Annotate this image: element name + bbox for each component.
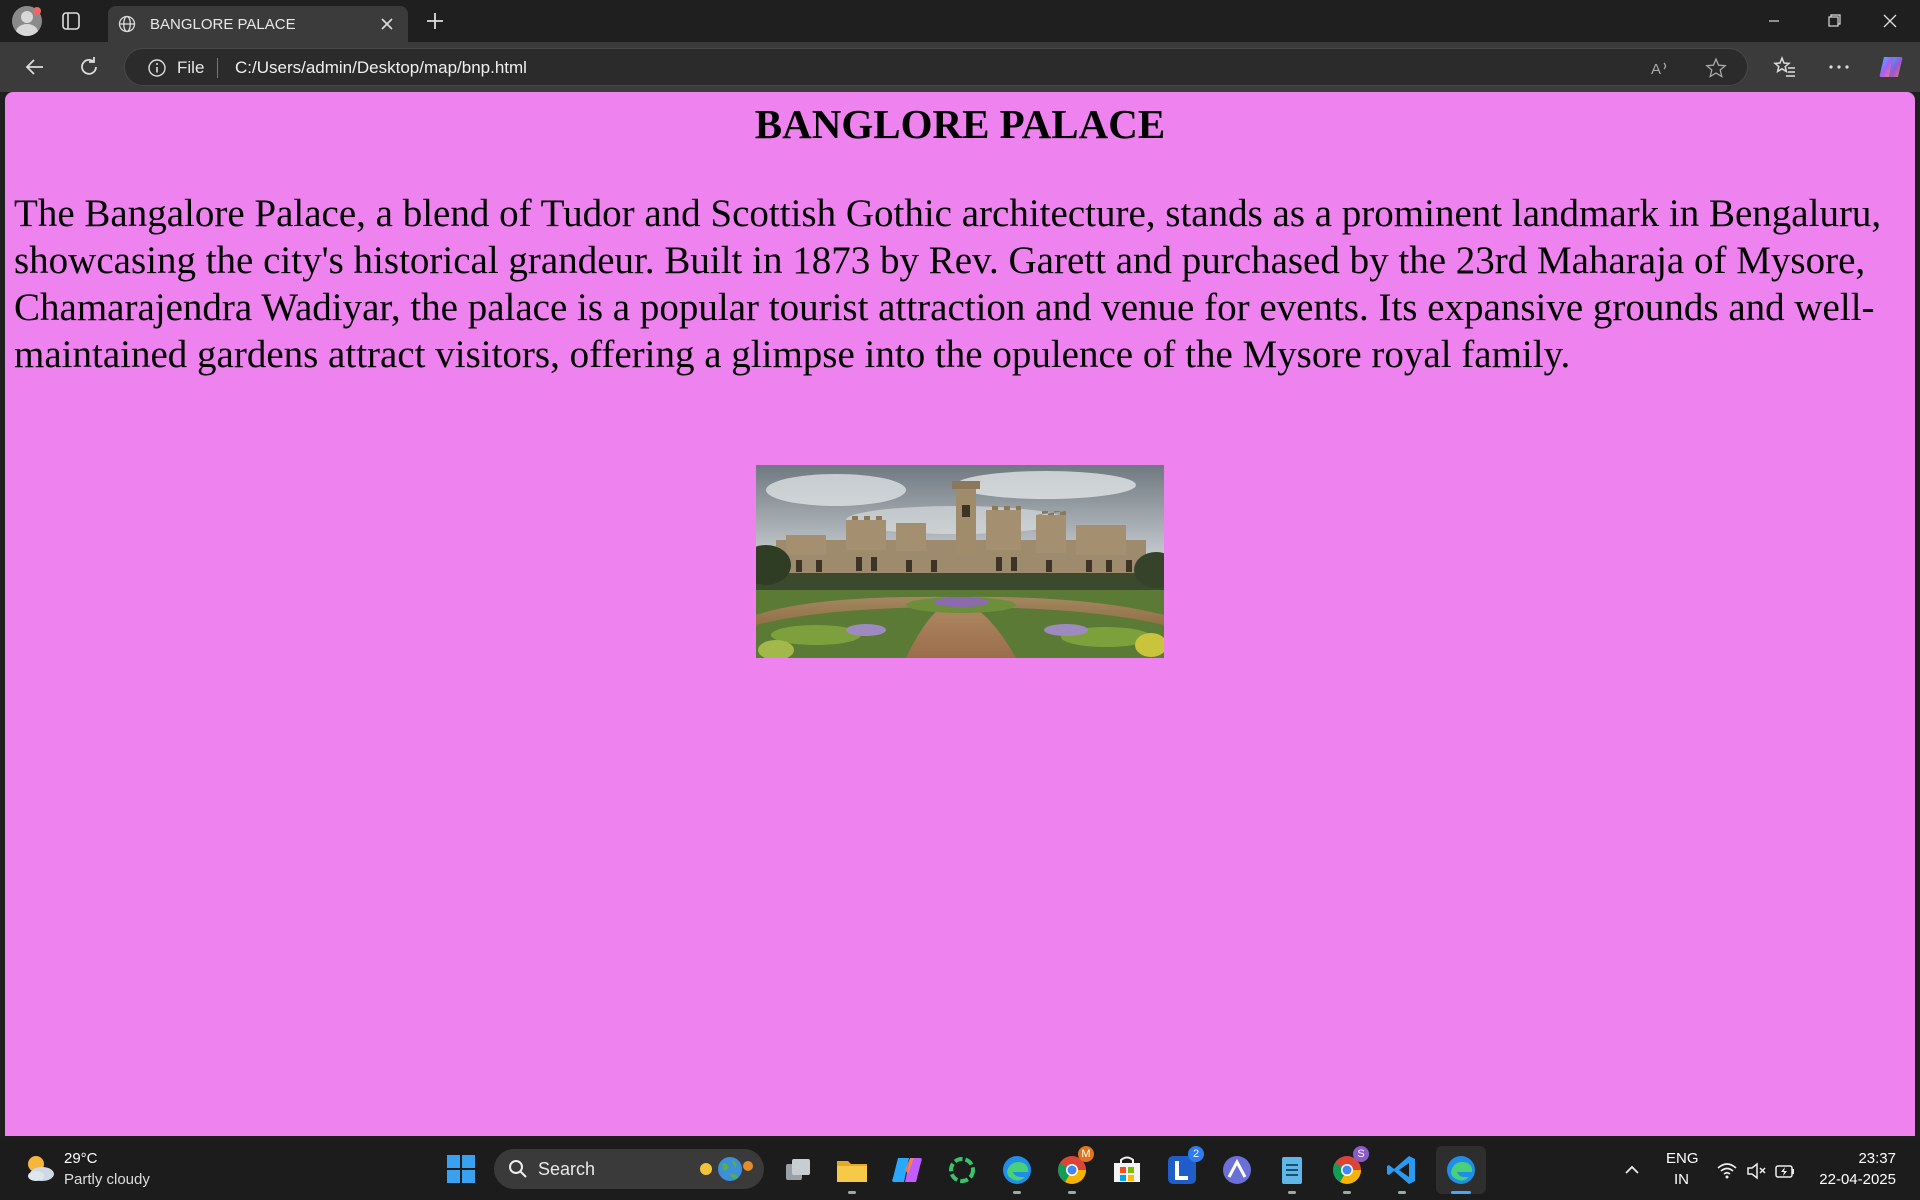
chevron-up-icon[interactable] [1622,1160,1642,1180]
speaker-muted-icon[interactable] [1745,1160,1767,1182]
arc-app-icon[interactable] [1219,1152,1255,1188]
address-bar[interactable]: File C:/Users/admin/Desktop/map/bnp.html… [124,48,1748,86]
language-region[interactable]: IN [1674,1171,1689,1188]
running-indicator [1068,1191,1076,1194]
page-viewport: BANGLORE PALACE The Bangalore Palace, a … [5,92,1915,1136]
profile-badge: S [1353,1146,1369,1162]
address-url[interactable]: C:/Users/admin/Desktop/map/bnp.html [235,58,527,78]
read-aloud-icon[interactable]: A [1649,57,1671,79]
new-tab-icon[interactable] [424,10,446,32]
battery-charging-icon[interactable] [1774,1160,1796,1182]
task-view-icon[interactable] [780,1152,816,1188]
profile-notification-dot [33,7,41,15]
profile-badge: M [1078,1146,1094,1162]
running-indicator [848,1191,856,1194]
browser-toolbar: File C:/Users/admin/Desktop/map/bnp.html… [0,42,1920,92]
folder-icon [837,1161,867,1182]
page-title: BANGLORE PALACE [754,101,1166,147]
restore-icon[interactable] [1820,8,1848,34]
partly-cloudy-icon[interactable] [22,1150,58,1186]
edge-icon[interactable] [999,1152,1035,1194]
weather-condition[interactable]: Partly cloudy [64,1171,150,1188]
notepad-icon[interactable] [1274,1152,1310,1194]
language-indicator[interactable]: ENG [1666,1150,1699,1167]
site-info-icon[interactable] [147,58,167,78]
vscode-logo-icon [1387,1156,1415,1184]
clock-date[interactable]: 22-04-2025 [1812,1171,1896,1188]
microsoft-store-icon[interactable] [1109,1152,1145,1188]
refresh-icon[interactable] [76,54,102,80]
tab-active[interactable]: BANGLORE PALACE [108,6,408,42]
search-icon [509,1160,527,1178]
running-indicator [1398,1191,1406,1194]
running-indicator [1288,1191,1296,1194]
page-paragraph: The Bangalore Palace, a blend of Tudor a… [14,192,1882,376]
svg-text:A: A [1651,61,1661,78]
globe-icon [118,15,136,33]
tab-actions-icon[interactable] [60,10,82,32]
close-tab-icon[interactable] [378,15,396,33]
clock-time[interactable]: 23:37 [1820,1150,1896,1167]
search-label: Search [538,1159,596,1179]
lens-app-icon[interactable]: 2 [1164,1146,1204,1188]
address-scheme: File [177,58,205,77]
taskbar: 29°C Partly cloudy Search M 2 S ENG IN 2… [0,1140,1920,1200]
notepad-logo-icon [1282,1157,1302,1184]
taskbar-search-box[interactable]: Search [494,1149,764,1189]
address-separator [217,58,218,78]
more-options-icon[interactable] [1826,54,1852,80]
vscode-icon[interactable] [1384,1152,1420,1194]
copilot-app-icon[interactable] [889,1152,925,1188]
running-indicator [1343,1191,1351,1194]
notification-badge: 2 [1188,1146,1204,1162]
palace-photo [756,465,1164,658]
minimize-icon[interactable] [1760,8,1788,34]
favorites-icon[interactable] [1772,54,1798,80]
chrome-profile-m-icon[interactable]: M [1054,1146,1094,1194]
wifi-icon[interactable] [1716,1160,1738,1182]
active-indicator [1451,1191,1471,1194]
tab-title: BANGLORE PALACE [150,16,296,33]
edge-active-icon[interactable] [1443,1152,1479,1194]
weather-temperature[interactable]: 29°C [64,1150,98,1167]
close-window-icon[interactable] [1876,8,1904,34]
copilot-icon[interactable] [1878,54,1904,80]
windows-start-icon[interactable] [446,1154,476,1184]
running-indicator [1013,1191,1021,1194]
sync-app-icon[interactable] [944,1152,980,1188]
back-arrow-icon[interactable] [22,54,48,80]
title-bar: BANGLORE PALACE [0,0,1920,42]
chrome-profile-s-icon[interactable]: S [1329,1146,1369,1194]
edge-logo-icon [1447,1156,1475,1184]
earth-day-highlight-icon [700,1157,753,1181]
edge-logo-icon [1003,1156,1031,1184]
file-explorer-icon[interactable] [834,1152,870,1194]
favorite-star-icon[interactable] [1705,57,1727,79]
